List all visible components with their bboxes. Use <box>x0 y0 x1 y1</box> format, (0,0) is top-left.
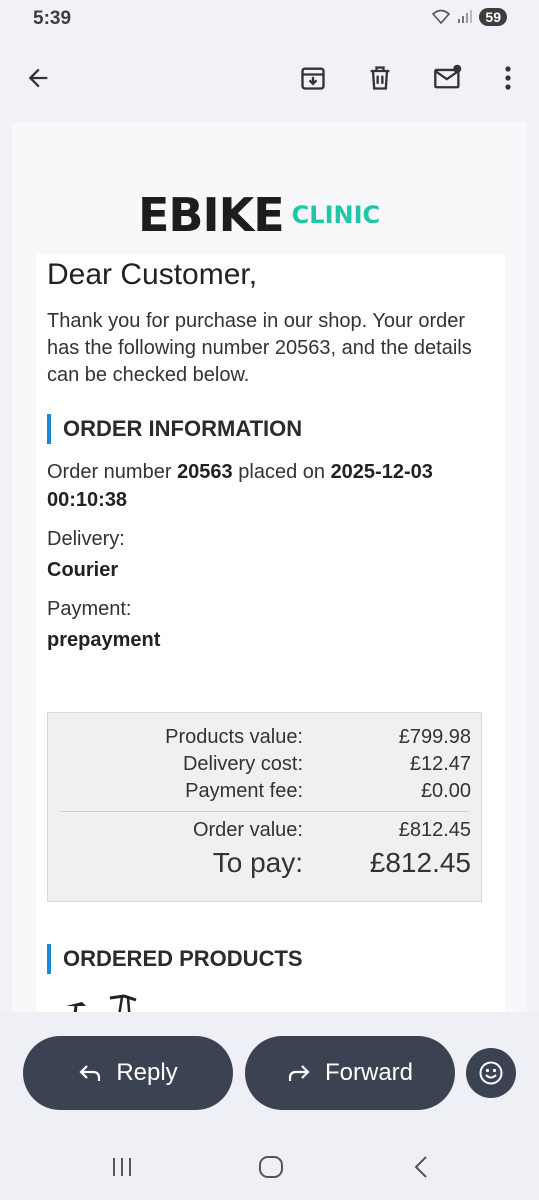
order-time: 00:10:38 <box>47 489 128 511</box>
forward-icon <box>288 1065 310 1081</box>
reply-label: Reply <box>116 1059 178 1086</box>
wifi-icon <box>432 9 451 25</box>
more-options-button[interactable] <box>488 58 528 98</box>
shop-logo: EBIKE CLINIC <box>138 188 380 242</box>
forward-label: Forward <box>324 1059 414 1086</box>
status-time: 5:39 <box>33 8 72 29</box>
order-prefix: Order number <box>47 461 172 483</box>
ebike-thumbnail[interactable] <box>64 992 144 1012</box>
summary-label: Payment fee: <box>185 780 303 802</box>
intro-text: Thank you for purchase in our shop. Your… <box>47 310 472 386</box>
delivery-value: Courier <box>47 559 119 581</box>
mark-unread-button[interactable] <box>428 58 468 98</box>
summary-value: £12.47 <box>409 753 471 775</box>
delete-button[interactable] <box>360 58 400 98</box>
greeting: Dear Customer, <box>47 258 258 291</box>
summary-value: £0.00 <box>420 780 471 802</box>
archive-icon <box>301 67 325 90</box>
summary-value: £812.45 <box>398 819 471 841</box>
summary-row-products: Products value: £799.98 <box>48 726 481 752</box>
back-button[interactable] <box>18 58 58 98</box>
back-arrow-icon <box>28 68 48 88</box>
payment-label: Payment: <box>47 598 132 620</box>
trash-icon <box>370 66 390 90</box>
reply-icon <box>79 1065 101 1081</box>
recent-apps-icon[interactable] <box>110 1156 134 1178</box>
status-bar: 5:39 59 <box>0 0 539 36</box>
order-number: 20563 <box>177 461 233 483</box>
battery-badge: 59 <box>479 8 507 26</box>
summary-label: Delivery cost: <box>182 753 303 775</box>
email-content: Dear Customer, Thank you for purchase in… <box>36 254 505 1012</box>
mark-unread-icon <box>434 64 462 89</box>
summary-label: Order value: <box>192 819 303 841</box>
app-bar <box>0 50 539 106</box>
system-back-icon[interactable] <box>412 1155 430 1179</box>
status-icons: 59 <box>431 8 507 26</box>
emoji-reaction-button[interactable] <box>466 1048 516 1098</box>
home-icon[interactable] <box>258 1155 284 1179</box>
summary-label: Products value: <box>165 726 303 748</box>
emoji-icon <box>479 1061 503 1085</box>
email-body: EBIKE CLINIC Dear Customer, Thank you fo… <box>12 122 527 1012</box>
summary-value: £799.98 <box>398 726 471 748</box>
order-date: 2025-12-03 <box>330 461 433 483</box>
summary-row-delivery: Delivery cost: £12.47 <box>48 753 481 779</box>
order-section-title: ORDER INFORMATION <box>47 414 302 444</box>
summary-value: £812.45 <box>369 847 471 878</box>
summary-row-fee: Payment fee: £0.00 <box>48 780 481 806</box>
summary-row-topay: To pay: £812.45 <box>48 847 481 881</box>
forward-button[interactable]: Forward <box>245 1036 455 1110</box>
products-section-title: ORDERED PRODUCTS <box>47 944 303 974</box>
summary-divider <box>60 811 469 812</box>
summary-label: To pay: <box>212 847 303 878</box>
more-vert-icon <box>505 66 511 90</box>
archive-button[interactable] <box>293 58 333 98</box>
order-summary: Products value: £799.98 Delivery cost: £… <box>47 712 482 902</box>
delivery-label: Delivery: <box>47 528 125 550</box>
bottom-action-bar: Reply Forward <box>0 1012 539 1200</box>
order-number-line: Order number 20563 placed on 2025-12-03 … <box>47 458 497 514</box>
signal-icon <box>458 10 473 23</box>
logo-main: EBIKE <box>138 188 285 242</box>
system-nav-bar <box>0 1152 539 1182</box>
placed-on-label: placed on <box>238 461 325 483</box>
reply-button[interactable]: Reply <box>23 1036 233 1110</box>
logo-sub: CLINIC <box>291 201 381 229</box>
payment-value: prepayment <box>47 629 161 651</box>
summary-row-order: Order value: £812.45 <box>48 819 481 845</box>
